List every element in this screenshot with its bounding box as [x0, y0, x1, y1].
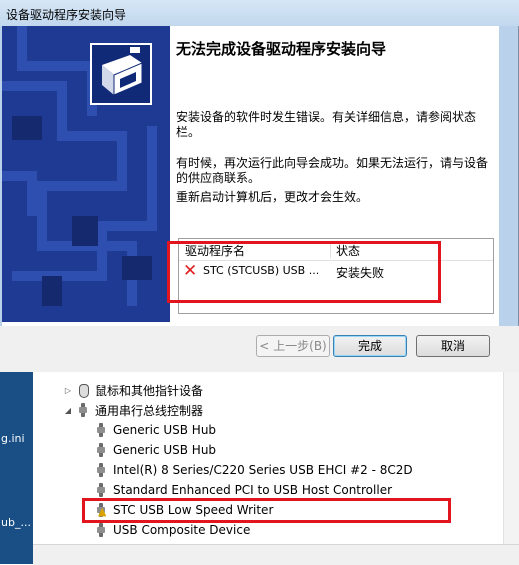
collapse-arrow-icon[interactable]: ◢	[63, 406, 73, 415]
error-message: 安装设备的软件时发生错误。有关详细信息，请参阅状态栏。	[176, 110, 477, 139]
device-tree: 人体学输入设备 ▷ 鼠标和其他指针设备 ◢ 通用串行总线控制器 Generic …	[33, 368, 519, 564]
tree-item-label: Intel(R) 8 Series/C220 Series USB EHCI #…	[113, 463, 413, 477]
usb-icon	[95, 423, 107, 437]
tree-item-device[interactable]: Generic USB Hub	[91, 420, 216, 440]
usb-icon	[95, 523, 107, 537]
tree-item-device[interactable]: Generic USB Hub	[91, 440, 216, 460]
usb-controller-icon	[77, 403, 89, 417]
usb-icon	[95, 443, 107, 457]
tree-item-usb-controllers[interactable]: ◢ 通用串行总线控制器	[63, 400, 203, 420]
cancel-button[interactable]: 取消	[416, 335, 490, 357]
mouse-icon	[77, 383, 89, 398]
dialog-content: 无法完成设备驱动程序安装向导 安装设备的软件时发生错误。有关详细信息，请参阅状态…	[176, 38, 494, 204]
tree-item-label: Standard Enhanced PCI to USB Host Contro…	[113, 483, 393, 497]
status-bar	[33, 544, 519, 565]
tree-item-device[interactable]: Standard Enhanced PCI to USB Host Contro…	[91, 480, 392, 500]
tree-item-label: Generic USB Hub	[113, 443, 217, 457]
desktop-file-label[interactable]: ub_...	[1, 516, 31, 529]
usb-icon	[95, 463, 107, 477]
wizard-banner	[2, 26, 170, 322]
hardware-wizard-icon	[90, 43, 152, 105]
finish-button[interactable]: 完成	[333, 335, 407, 357]
usb-icon	[95, 483, 107, 497]
highlight-box	[82, 498, 451, 523]
tree-item-label: 鼠标和其他指针设备	[95, 383, 204, 398]
restart-message: 重新启动计算机后，更改才会生效。	[176, 190, 369, 204]
expand-arrow-icon[interactable]: ▷	[63, 386, 73, 395]
tree-item-device[interactable]: Intel(R) 8 Series/C220 Series USB EHCI #…	[91, 460, 413, 480]
tree-item-mice[interactable]: ▷ 鼠标和其他指针设备	[63, 380, 203, 400]
tree-item-device[interactable]: USB Composite Device	[91, 520, 250, 540]
dialog-heading: 无法完成设备驱动程序安装向导	[176, 40, 387, 58]
retry-message: 有时候，再次运行此向导会成功。如果无法运行，请与设备的供应商联系。	[176, 156, 489, 185]
desktop-strip: g.ini ub_...	[0, 370, 33, 564]
vertical-scrollbar[interactable]	[503, 370, 519, 544]
title-bar[interactable]: 设备驱动程序安装向导	[0, 0, 519, 26]
tree-item-label: Generic USB Hub	[113, 423, 217, 437]
tree-item-label: 通用串行总线控制器	[95, 403, 204, 418]
tree-item-label: USB Composite Device	[113, 523, 251, 537]
driver-install-dialog: 设备驱动程序安装向导 无法完成设备驱动程序安装向导 安装设备的软件时发生错误。有…	[0, 0, 519, 372]
desktop-file-label[interactable]: g.ini	[1, 432, 25, 445]
back-button[interactable]: < 上一步(B)	[256, 335, 330, 357]
window-title: 设备驱动程序安装向导	[6, 8, 127, 22]
highlight-box	[167, 241, 441, 303]
button-bar: < 上一步(B) 完成 取消	[0, 326, 519, 372]
